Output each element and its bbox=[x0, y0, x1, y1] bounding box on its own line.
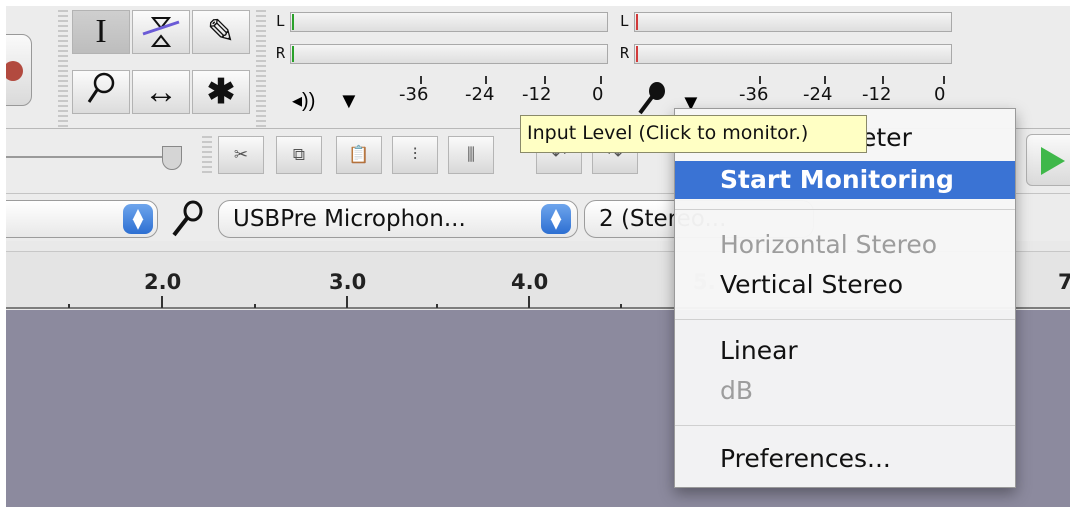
ruler-label-4: 4.0 bbox=[511, 270, 549, 294]
asterisk-icon: ✱ bbox=[206, 73, 236, 111]
input-right-label: R bbox=[620, 44, 630, 62]
menu-item-start-monitoring[interactable]: Start Monitoring bbox=[675, 161, 1015, 199]
scale-tick bbox=[759, 76, 761, 84]
clipboard-icon: 📋 bbox=[348, 145, 370, 164]
host-select-stepper-icon: ▲ ▼ bbox=[123, 204, 153, 234]
input-device-value: USBPre Microphon... bbox=[233, 206, 466, 232]
input-scale-0: -36 bbox=[739, 84, 769, 105]
ruler-label-2: 2.0 bbox=[144, 270, 182, 294]
zoom-tool-button[interactable] bbox=[72, 70, 130, 114]
volume-slider-thumb[interactable] bbox=[162, 146, 182, 170]
timeshift-icon: ↔ bbox=[144, 72, 178, 111]
menu-item-linear[interactable]: Linear bbox=[675, 332, 1015, 370]
menu-separator bbox=[675, 319, 1015, 320]
input-meter-right[interactable] bbox=[634, 44, 952, 64]
ruler-tick bbox=[620, 304, 622, 308]
record-button[interactable] bbox=[6, 34, 32, 106]
silence-icon: ⫼ bbox=[467, 145, 475, 164]
copy-button[interactable]: ⧉ bbox=[276, 136, 322, 174]
output-scale-2: -12 bbox=[522, 84, 552, 105]
multi-tool-button[interactable]: ✱ bbox=[192, 70, 250, 114]
magnifier-icon bbox=[86, 71, 116, 114]
input-device-stepper-icon: ▲ ▼ bbox=[541, 204, 571, 234]
scale-tick bbox=[943, 76, 945, 84]
ibeam-icon: I bbox=[95, 13, 107, 50]
output-meter-marker-r bbox=[292, 46, 294, 62]
menu-item-hidden-tail[interactable]: eter bbox=[861, 123, 912, 152]
output-meter-left[interactable] bbox=[290, 12, 608, 32]
selection-tool-button[interactable]: I bbox=[72, 10, 130, 54]
input-level-tooltip: Input Level (Click to monitor.) bbox=[520, 115, 867, 153]
timeshift-tool-button[interactable]: ↔ bbox=[132, 70, 190, 114]
output-menu-arrow-icon[interactable]: ▼ bbox=[338, 88, 360, 114]
ruler-label-7: 7 bbox=[1058, 270, 1070, 294]
silence-button[interactable]: ⫼ bbox=[448, 136, 494, 174]
menu-item-vertical-stereo[interactable]: Vertical Stereo bbox=[675, 266, 1015, 304]
input-meter-left[interactable] bbox=[634, 12, 952, 32]
envelope-tool-button[interactable] bbox=[132, 10, 190, 54]
draw-tool-button[interactable]: ✎ bbox=[192, 10, 250, 54]
output-meter-marker bbox=[292, 14, 294, 30]
menu-item-db[interactable]: dB bbox=[675, 372, 1015, 410]
trim-icon: ⫶ bbox=[412, 145, 418, 164]
input-scale-1: -24 bbox=[803, 84, 833, 105]
output-meter-right[interactable] bbox=[290, 44, 608, 64]
trim-button[interactable]: ⫶ bbox=[392, 136, 438, 174]
speaker-icon[interactable]: ◂)) bbox=[292, 88, 315, 113]
menu-separator bbox=[675, 209, 1015, 210]
input-meter-menu: eter Start Monitoring Horizontal Stereo … bbox=[674, 108, 1016, 488]
scale-tick bbox=[485, 76, 487, 84]
host-select[interactable]: ▲ ▼ bbox=[6, 200, 158, 238]
scale-tick bbox=[824, 76, 826, 84]
play-icon bbox=[1041, 147, 1065, 175]
ruler-tick bbox=[436, 304, 438, 308]
cut-button[interactable]: ✂ bbox=[218, 136, 264, 174]
microphone-device-icon bbox=[169, 200, 205, 243]
tools-toolbar-grip[interactable] bbox=[58, 10, 68, 128]
output-scale-1: -24 bbox=[465, 84, 495, 105]
scale-tick bbox=[600, 76, 602, 84]
menu-item-horizontal-stereo[interactable]: Horizontal Stereo bbox=[675, 226, 1015, 264]
ruler-tick bbox=[528, 296, 530, 308]
envelope-icon bbox=[141, 14, 181, 50]
paste-button[interactable]: 📋 bbox=[336, 136, 382, 174]
meter-toolbar-grip[interactable] bbox=[256, 10, 266, 128]
output-right-label: R bbox=[276, 44, 286, 62]
pencil-icon: ✎ bbox=[206, 13, 236, 51]
ruler-tick bbox=[68, 304, 70, 308]
scale-tick bbox=[882, 76, 884, 84]
ruler-label-3: 3.0 bbox=[329, 270, 367, 294]
ruler-tick bbox=[161, 296, 163, 308]
volume-slider[interactable] bbox=[6, 156, 174, 158]
play-button[interactable] bbox=[1026, 134, 1070, 186]
input-scale-3: 0 bbox=[934, 84, 946, 105]
input-device-select[interactable]: USBPre Microphon... ▲ ▼ bbox=[218, 200, 578, 238]
ruler-tick bbox=[254, 304, 256, 308]
scale-tick bbox=[544, 76, 546, 84]
record-icon bbox=[6, 61, 23, 81]
scissors-icon: ✂ bbox=[233, 145, 249, 164]
output-scale-3: 0 bbox=[592, 84, 604, 105]
menu-item-preferences[interactable]: Preferences... bbox=[675, 440, 1015, 478]
scale-tick bbox=[420, 76, 422, 84]
input-meter-marker-r bbox=[636, 46, 638, 62]
menu-separator bbox=[675, 425, 1015, 426]
input-scale-2: -12 bbox=[862, 84, 892, 105]
output-left-label: L bbox=[276, 12, 286, 30]
ruler-tick bbox=[346, 296, 348, 308]
output-scale-0: -36 bbox=[399, 84, 429, 105]
input-meter-marker bbox=[636, 14, 638, 30]
input-left-label: L bbox=[620, 12, 630, 30]
edit-toolbar-grip[interactable] bbox=[202, 136, 212, 176]
copy-icon: ⧉ bbox=[292, 145, 306, 164]
